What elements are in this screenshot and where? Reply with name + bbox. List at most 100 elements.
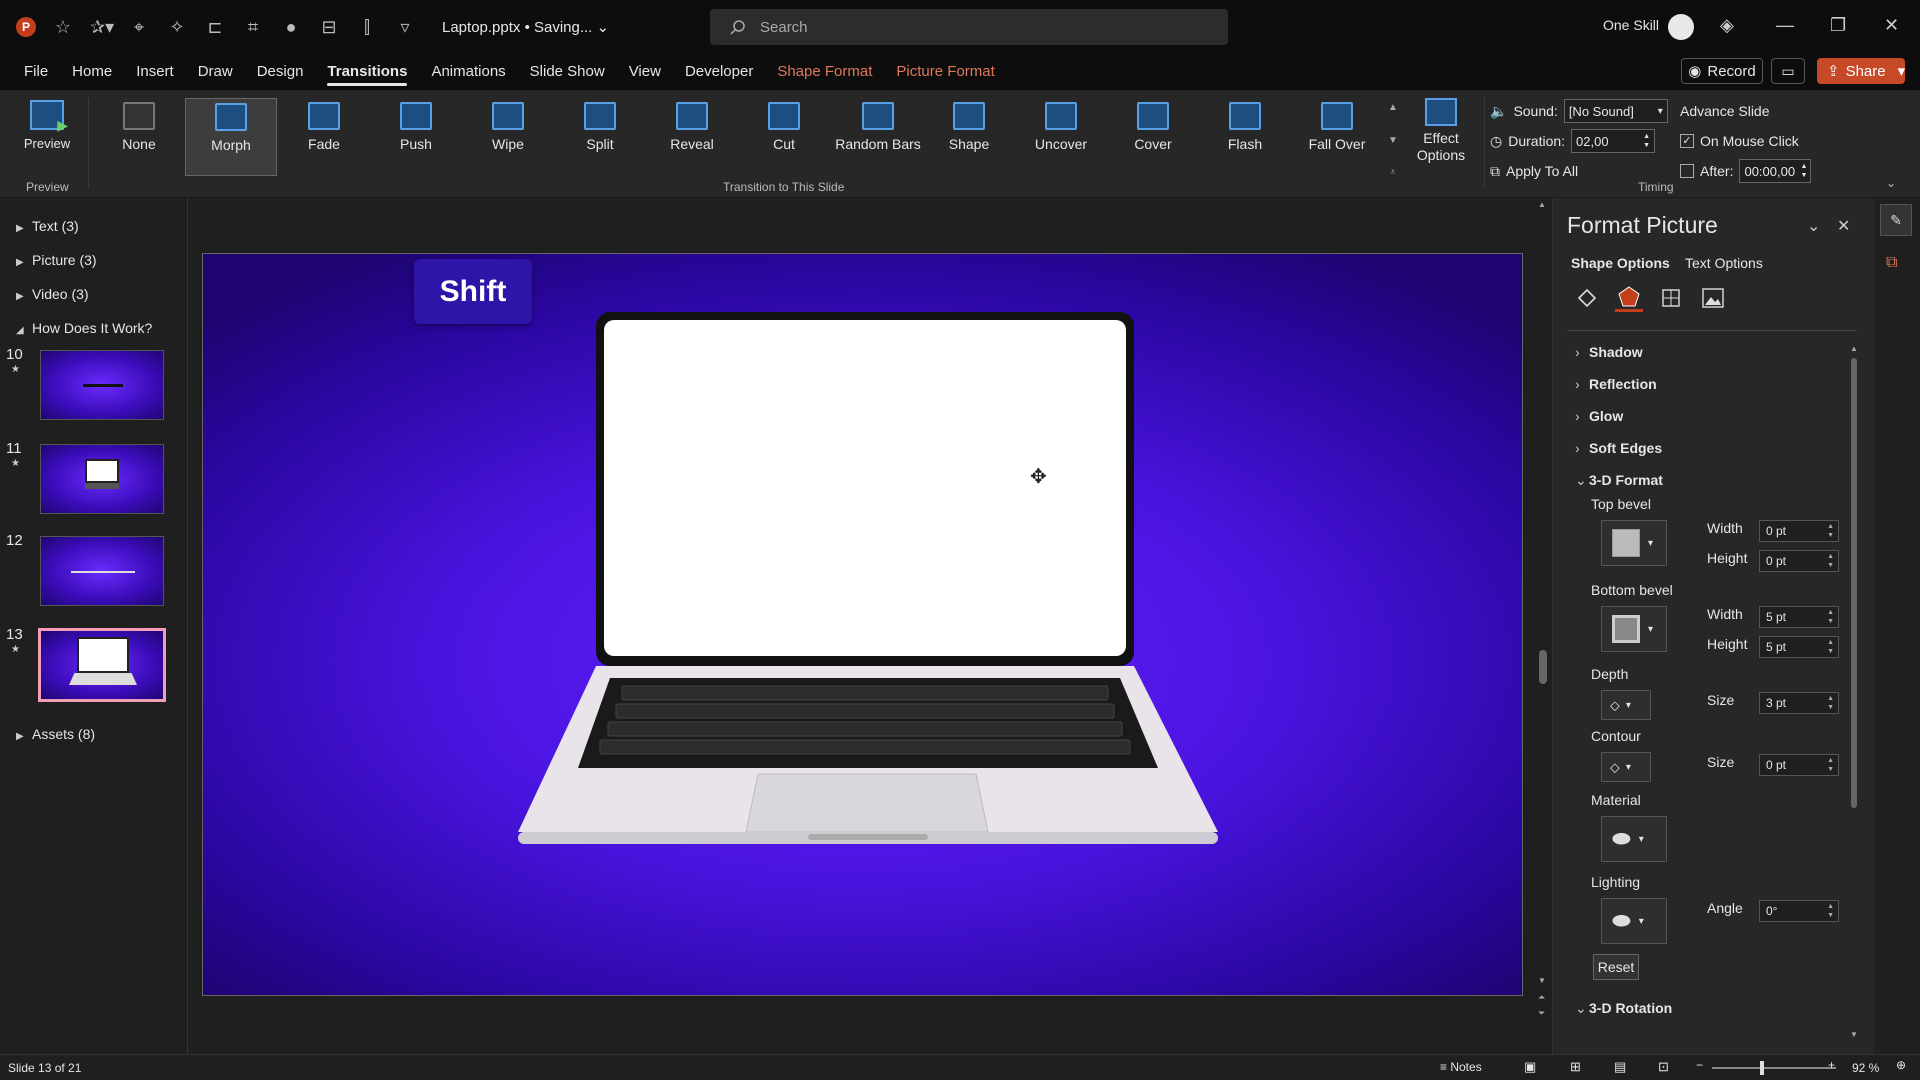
depth-size-stepper[interactable]: 3 pt ▲ ▼	[1759, 692, 1839, 714]
stepper-arrows-icon[interactable]: ▲ ▼	[1827, 638, 1834, 656]
minimize-icon[interactable]: —	[1776, 15, 1794, 36]
slide-thumbnail-10[interactable]	[40, 350, 164, 420]
section-soft-edges[interactable]: › Soft Edges	[1575, 440, 1662, 456]
canvas-scrollbar[interactable]: ▲ ▼ ⏶ ⏷	[1536, 198, 1550, 1034]
tab-developer[interactable]: Developer	[673, 54, 765, 90]
bottom-bevel-picker[interactable]: ▾	[1601, 606, 1667, 652]
tab-shape-format[interactable]: Shape Format	[765, 54, 884, 90]
transition-cut[interactable]: Cut	[742, 98, 826, 176]
present-icon[interactable]: ⌖	[128, 17, 150, 38]
section-3d-format[interactable]: ⌄ 3-D Format	[1575, 472, 1663, 489]
after-checkbox[interactable]	[1680, 164, 1694, 178]
transition-reveal[interactable]: Reveal	[650, 98, 734, 176]
notes-button[interactable]: ≡ Notes	[1440, 1060, 1482, 1074]
transition-fade[interactable]: Fade	[282, 98, 366, 176]
section-reflection[interactable]: › Reflection	[1575, 376, 1657, 392]
close-icon[interactable]: ✕	[1884, 15, 1899, 36]
laptop-image[interactable]	[518, 312, 1218, 872]
stepper-arrows-icon[interactable]: ▲ ▼	[1643, 132, 1650, 150]
tab-home[interactable]: Home	[60, 54, 124, 90]
slide-thumbnail-13[interactable]	[38, 628, 166, 702]
shift-key-label[interactable]: Shift	[414, 259, 532, 324]
scroll-down-icon[interactable]: ▼	[1850, 1030, 1858, 1039]
zoom-slider-thumb[interactable]	[1760, 1061, 1764, 1075]
transition-push[interactable]: Push	[374, 98, 458, 176]
comments-button[interactable]: ▭	[1771, 58, 1805, 84]
tab-text-options[interactable]: Text Options	[1685, 255, 1763, 271]
stepper-arrows-icon[interactable]: ▲ ▼	[1827, 756, 1834, 774]
section-3d-rotation[interactable]: ⌄ 3-D Rotation	[1575, 1000, 1672, 1017]
scrollbar-thumb[interactable]	[1539, 650, 1547, 684]
slide-sorter-icon[interactable]: ⊞	[1570, 1059, 1581, 1075]
top-bevel-height-stepper[interactable]: 0 pt ▲ ▼	[1759, 550, 1839, 572]
expand-gallery-icon[interactable]: ⩡	[1390, 167, 1396, 178]
transition-morph[interactable]: Morph	[185, 98, 277, 176]
close-pane-icon[interactable]: ✕	[1837, 216, 1850, 236]
transition-wipe[interactable]: Wipe	[466, 98, 550, 176]
tab-draw[interactable]: Draw	[186, 54, 245, 90]
top-bevel-picker[interactable]: ▾	[1601, 520, 1667, 566]
zoom-out-icon[interactable]: −	[1696, 1058, 1703, 1072]
picture-icon[interactable]	[1699, 284, 1727, 312]
contour-size-stepper[interactable]: 0 pt ▲ ▼	[1759, 754, 1839, 776]
reset-button[interactable]: Reset	[1593, 954, 1639, 980]
sound-select[interactable]: [No Sound] ▾	[1563, 99, 1668, 123]
chevron-down-icon[interactable]: ▾	[1898, 62, 1906, 80]
on-mouse-click-checkbox[interactable]: ✓ On Mouse Click	[1680, 126, 1811, 156]
section-text[interactable]: ▶ Text (3)	[16, 218, 79, 234]
tab-slide-show[interactable]: Slide Show	[518, 54, 617, 90]
duration-stepper[interactable]: 02,00 ▲ ▼	[1571, 129, 1656, 153]
stepper-arrows-icon[interactable]: ▲ ▼	[1827, 552, 1834, 570]
gallery-scroll[interactable]: ▲ ▼ ⩡	[1386, 102, 1400, 178]
transition-fall-over[interactable]: Fall Over	[1295, 98, 1379, 176]
scroll-up-icon[interactable]: ▲	[1850, 344, 1858, 353]
bottom-bevel-width-stepper[interactable]: 5 pt ▲ ▼	[1759, 606, 1839, 628]
customize-qat-icon[interactable]: ▿	[394, 17, 416, 38]
scroll-up-icon[interactable]: ▲	[1538, 200, 1546, 209]
crop-icon[interactable]: ⌗	[242, 17, 264, 38]
tab-design[interactable]: Design	[245, 54, 316, 90]
scrollbar-thumb[interactable]	[1851, 358, 1857, 808]
reading-view-icon[interactable]: ▤	[1614, 1059, 1626, 1075]
section-how-does-it-work[interactable]: ◢ How Does It Work?	[16, 320, 152, 336]
chevron-down-icon[interactable]: ▼	[1388, 135, 1398, 146]
lighting-picker[interactable]: ⬬ ▾	[1601, 898, 1667, 944]
file-name[interactable]: Laptop.pptx • Saving... ⌄	[442, 18, 609, 36]
diamond-icon[interactable]: ◈	[1720, 15, 1734, 36]
next-slide-icon[interactable]: ⏷	[1538, 1008, 1545, 1019]
bottom-bevel-height-stepper[interactable]: 5 pt ▲ ▼	[1759, 636, 1839, 658]
selection-pane-icon[interactable]: ⧉	[1886, 254, 1897, 272]
design-ideas-icon[interactable]: ✧	[166, 17, 188, 38]
transition-split[interactable]: Split	[558, 98, 642, 176]
section-picture[interactable]: ▶ Picture (3)	[16, 252, 97, 268]
transition-shape[interactable]: Shape	[927, 98, 1011, 176]
material-picker[interactable]: ⬬ ▾	[1601, 816, 1667, 862]
transition-cover[interactable]: Cover	[1111, 98, 1195, 176]
fill-line-icon[interactable]	[1573, 284, 1601, 312]
contour-color-picker[interactable]: ⬦ ▾	[1601, 752, 1651, 782]
stepper-arrows-icon[interactable]: ▲ ▼	[1827, 694, 1834, 712]
transition-flash[interactable]: Flash	[1203, 98, 1287, 176]
align-center-icon[interactable]: ⫿	[356, 17, 378, 38]
effects-icon[interactable]	[1615, 284, 1643, 312]
stepper-arrows-icon[interactable]: ▲ ▼	[1801, 162, 1808, 180]
scroll-down-icon[interactable]: ▼	[1538, 976, 1546, 985]
share-button[interactable]: ⇪ Share ▾	[1817, 58, 1905, 84]
preview-button[interactable]: ▶ Preview	[14, 98, 80, 151]
restore-icon[interactable]: ❐	[1830, 15, 1846, 36]
zoom-level[interactable]: 92 %	[1852, 1061, 1879, 1075]
transition-uncover[interactable]: Uncover	[1019, 98, 1103, 176]
chevron-up-icon[interactable]: ▲	[1388, 102, 1398, 113]
depth-color-picker[interactable]: ⬦ ▾	[1601, 690, 1651, 720]
autosave-icon[interactable]: ☆	[52, 17, 74, 38]
section-assets[interactable]: ▶ Assets (8)	[16, 726, 95, 742]
normal-view-icon[interactable]: ▣	[1524, 1059, 1536, 1075]
angle-stepper[interactable]: 0° ▲ ▼	[1759, 900, 1839, 922]
favorite-icon[interactable]: ✰▾	[90, 17, 114, 38]
record-button[interactable]: ◉ Record	[1681, 58, 1763, 84]
previous-slide-icon[interactable]: ⏶	[1538, 992, 1545, 1003]
stepper-arrows-icon[interactable]: ▲ ▼	[1827, 902, 1834, 920]
tab-picture-format[interactable]: Picture Format	[884, 54, 1006, 90]
tab-transitions[interactable]: Transitions	[315, 54, 419, 90]
transition-random-bars[interactable]: Random Bars	[830, 98, 926, 176]
